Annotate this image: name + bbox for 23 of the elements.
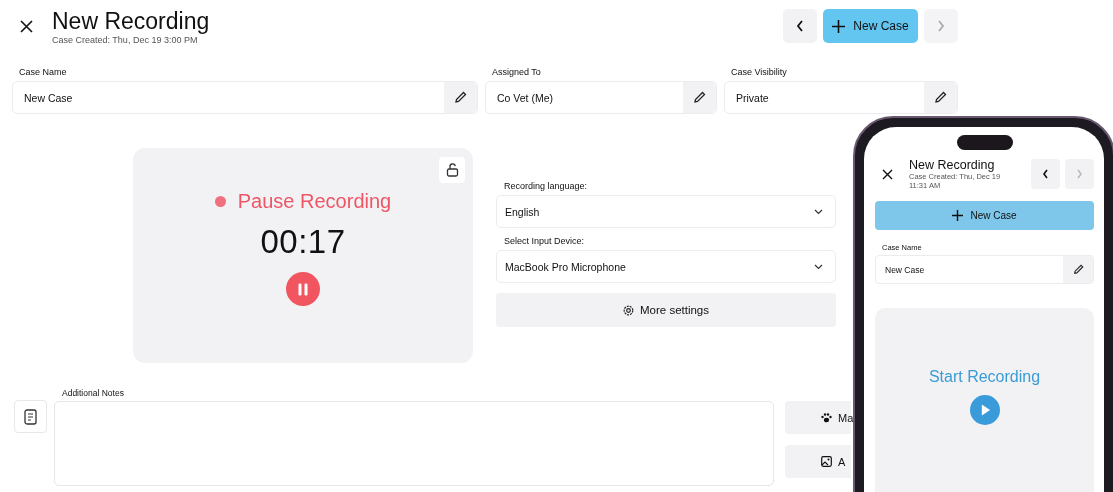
side-button[interactable]: Ma bbox=[785, 401, 851, 434]
notes-label: Additional Notes bbox=[62, 388, 125, 398]
dropdown[interactable]: English bbox=[496, 195, 836, 228]
page-title: New Recording bbox=[52, 7, 211, 34]
new-case-button[interactable]: New Case bbox=[875, 201, 1094, 230]
recording-status: Start Recording bbox=[928, 368, 1041, 386]
dropdown[interactable]: MacBook Pro Microphone bbox=[496, 250, 836, 283]
recording-status: Pause Recording bbox=[237, 190, 392, 213]
select-label: Select Input Device: bbox=[504, 236, 586, 246]
more-settings-button[interactable]: More settings bbox=[496, 293, 836, 327]
select-label: Recording language: bbox=[504, 181, 589, 191]
side-button[interactable]: A bbox=[785, 445, 851, 478]
text-field[interactable]: New Case bbox=[875, 255, 1094, 284]
recording-timer: 00:17 bbox=[260, 223, 346, 261]
field-label: Case Name bbox=[19, 67, 68, 77]
field-label: Case Visibility bbox=[731, 67, 788, 77]
phone-title: New Recording bbox=[909, 158, 996, 172]
case-created-date: Case Created: Thu, Dec 19 3:00 PM bbox=[52, 34, 199, 45]
new-case-button[interactable]: New Case bbox=[823, 9, 918, 43]
text-field[interactable]: New Case bbox=[12, 81, 478, 114]
field-label: Assigned To bbox=[492, 67, 542, 77]
text-field[interactable]: Private bbox=[724, 81, 958, 114]
text-field[interactable]: Co Vet (Me) bbox=[485, 81, 717, 114]
